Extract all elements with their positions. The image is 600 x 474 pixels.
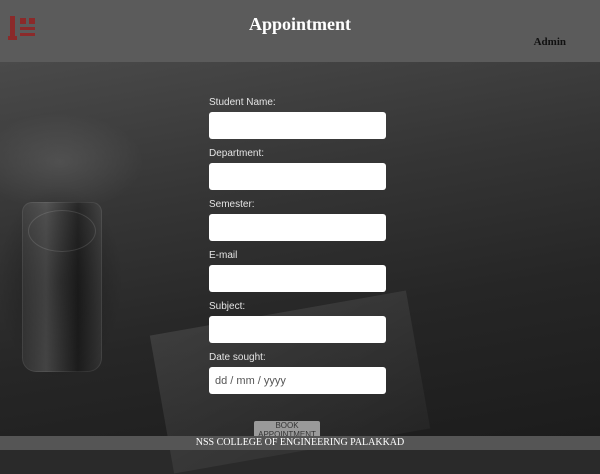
page-title: Appointment <box>248 14 351 34</box>
top-header: Appointment Admin <box>0 0 600 62</box>
semester-label: Semester: <box>209 199 255 210</box>
student-name-field: Student Name: <box>209 96 387 147</box>
date-sought-input[interactable] <box>209 367 386 394</box>
department-input[interactable] <box>209 163 386 190</box>
email-label: E-mail <box>209 250 238 261</box>
date-sought-field: Date sought: <box>209 351 387 402</box>
department-label: Department: <box>209 148 265 159</box>
email-field: E-mail <box>209 249 387 300</box>
department-field: Department: <box>209 147 387 198</box>
appointment-form: Student Name: Department: Semester: E-ma… <box>209 96 387 402</box>
email-input[interactable] <box>209 265 386 292</box>
date-sought-label: Date sought: <box>209 352 266 363</box>
semester-field: Semester: <box>209 198 387 249</box>
subject-field: Subject: <box>209 300 387 351</box>
subject-input[interactable] <box>209 316 386 343</box>
subject-label: Subject: <box>209 301 246 312</box>
background-glass <box>22 202 102 372</box>
admin-link[interactable]: Admin <box>534 36 566 48</box>
student-name-input[interactable] <box>209 112 386 139</box>
semester-input[interactable] <box>209 214 386 241</box>
student-name-label: Student Name: <box>209 97 276 108</box>
footer: NSS COLLEGE OF ENGINEERING PALAKKAD <box>0 436 600 450</box>
